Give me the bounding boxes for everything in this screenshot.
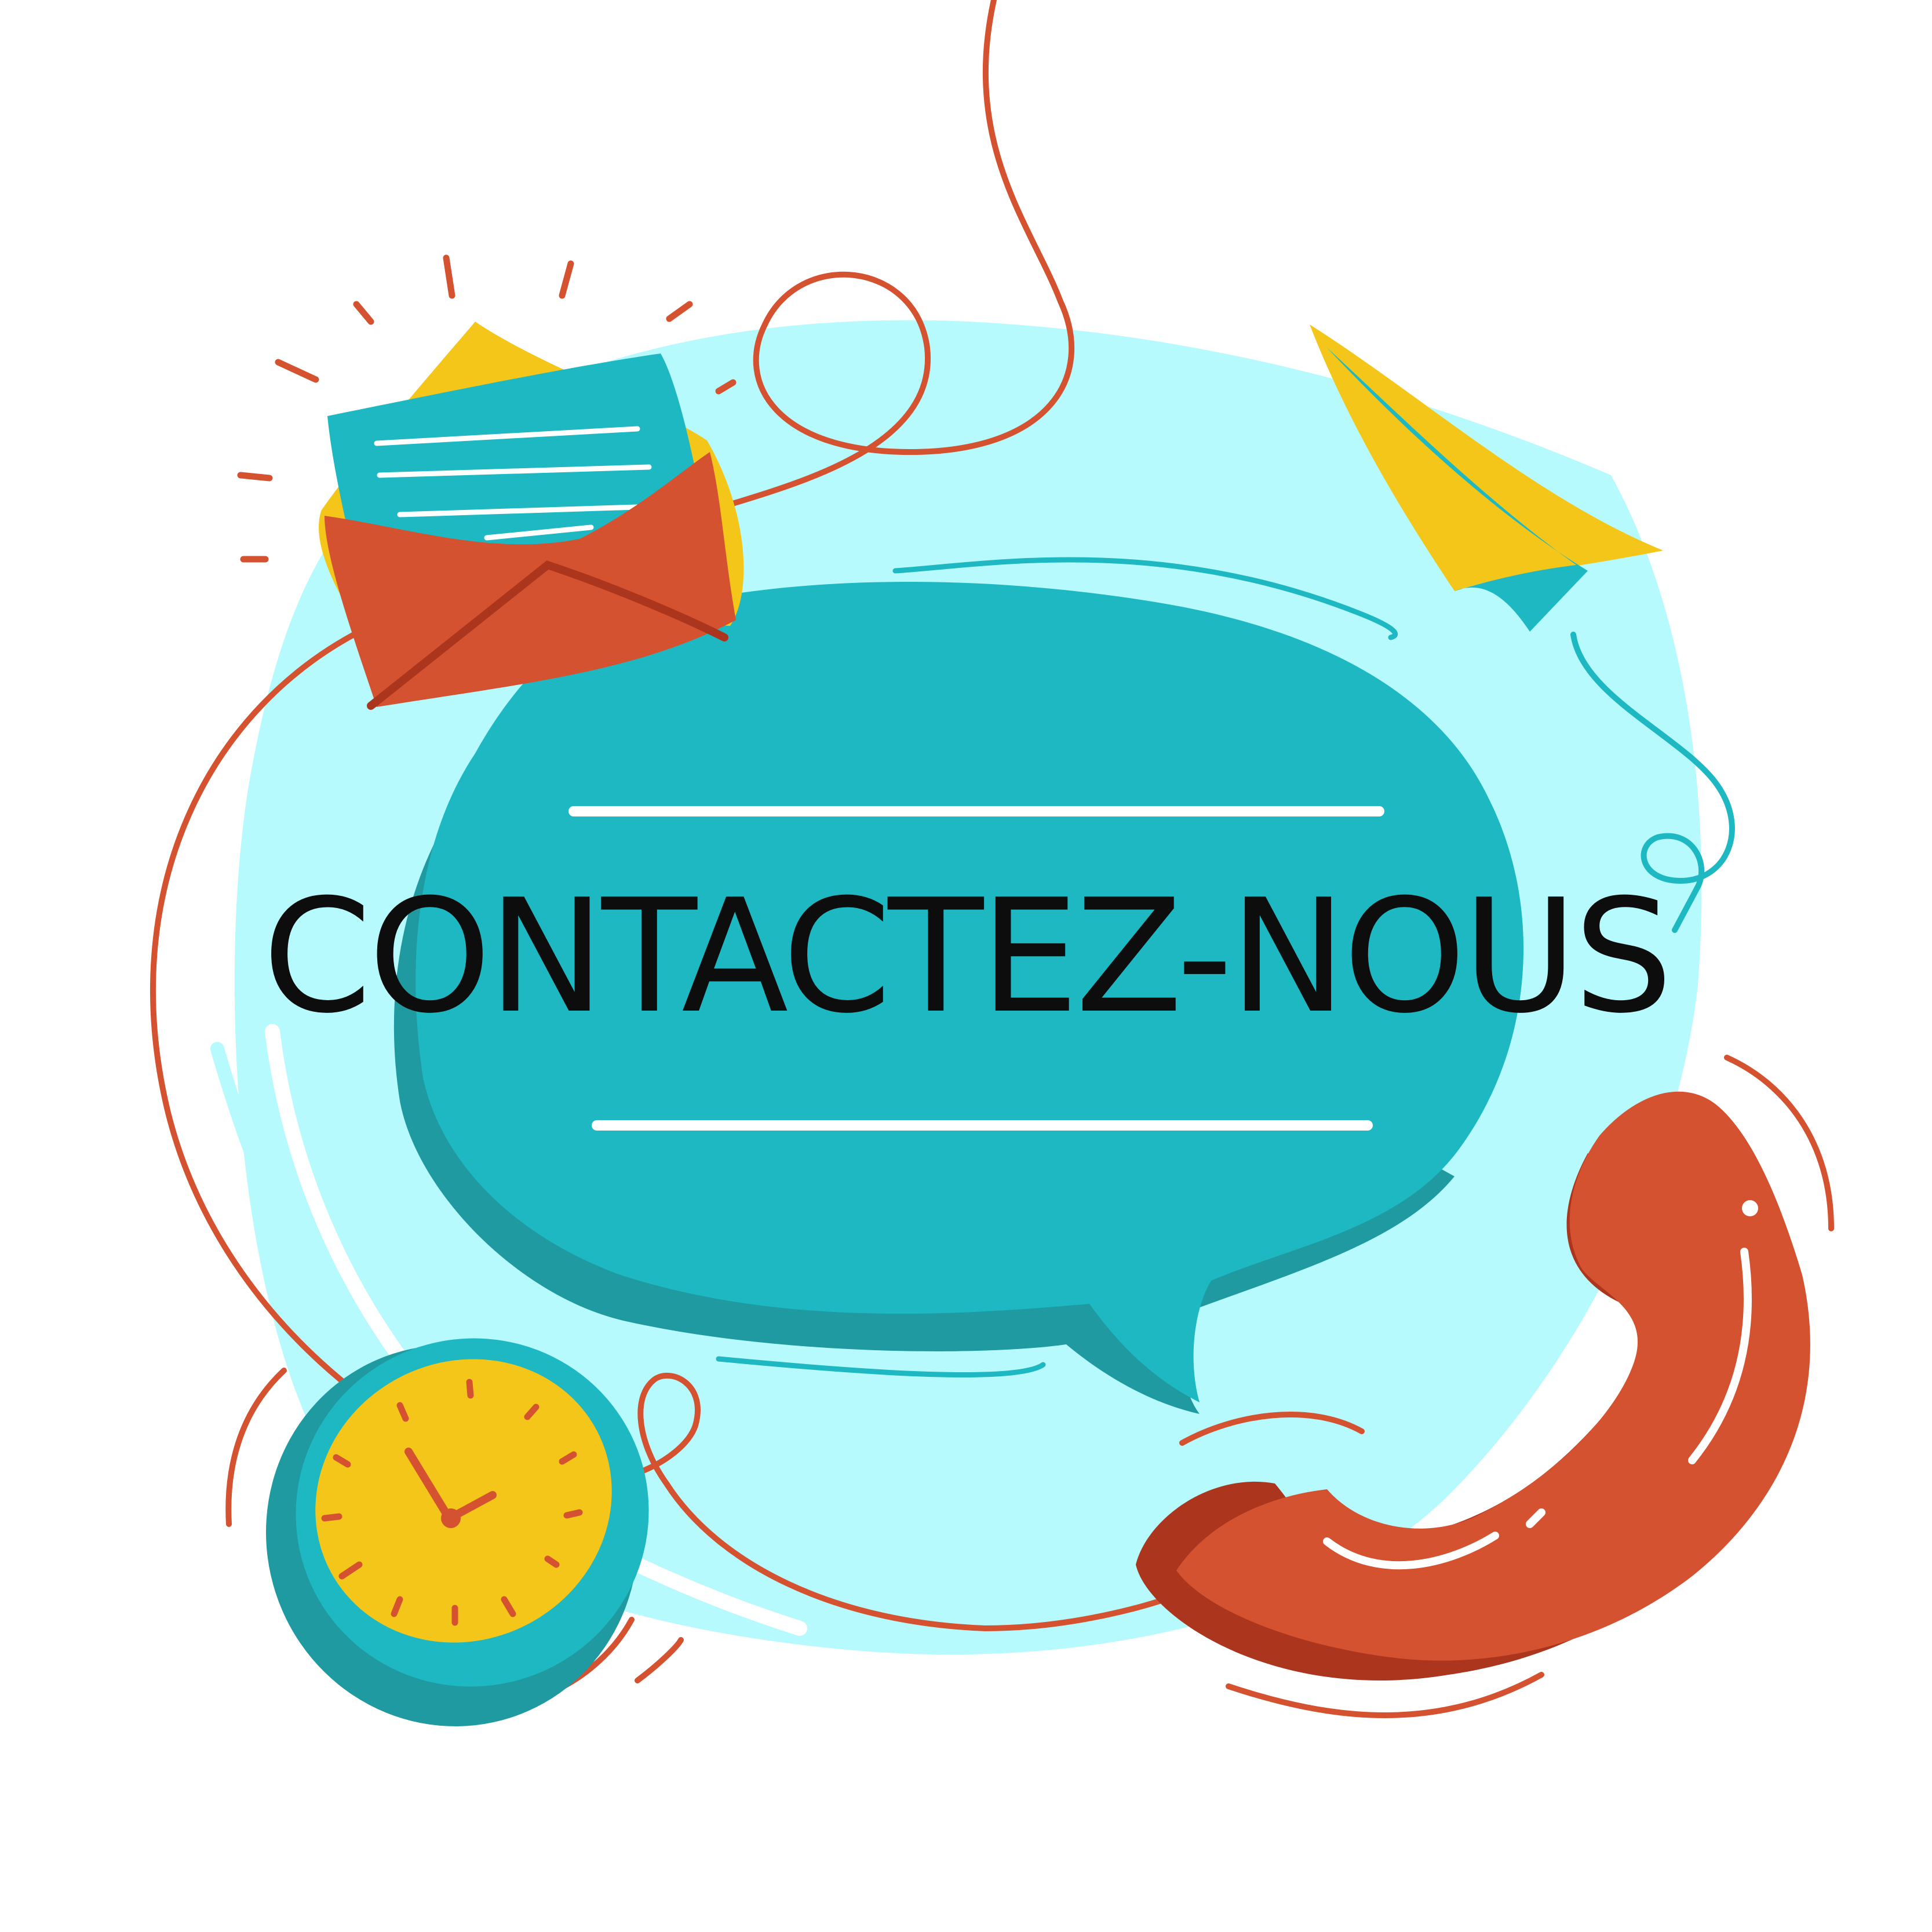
orange-squiggle bbox=[1226, 1672, 1544, 1718]
contact-illustration bbox=[150, 0, 1834, 1727]
orange-squiggle bbox=[635, 1637, 684, 1683]
clock-center bbox=[441, 1508, 461, 1528]
